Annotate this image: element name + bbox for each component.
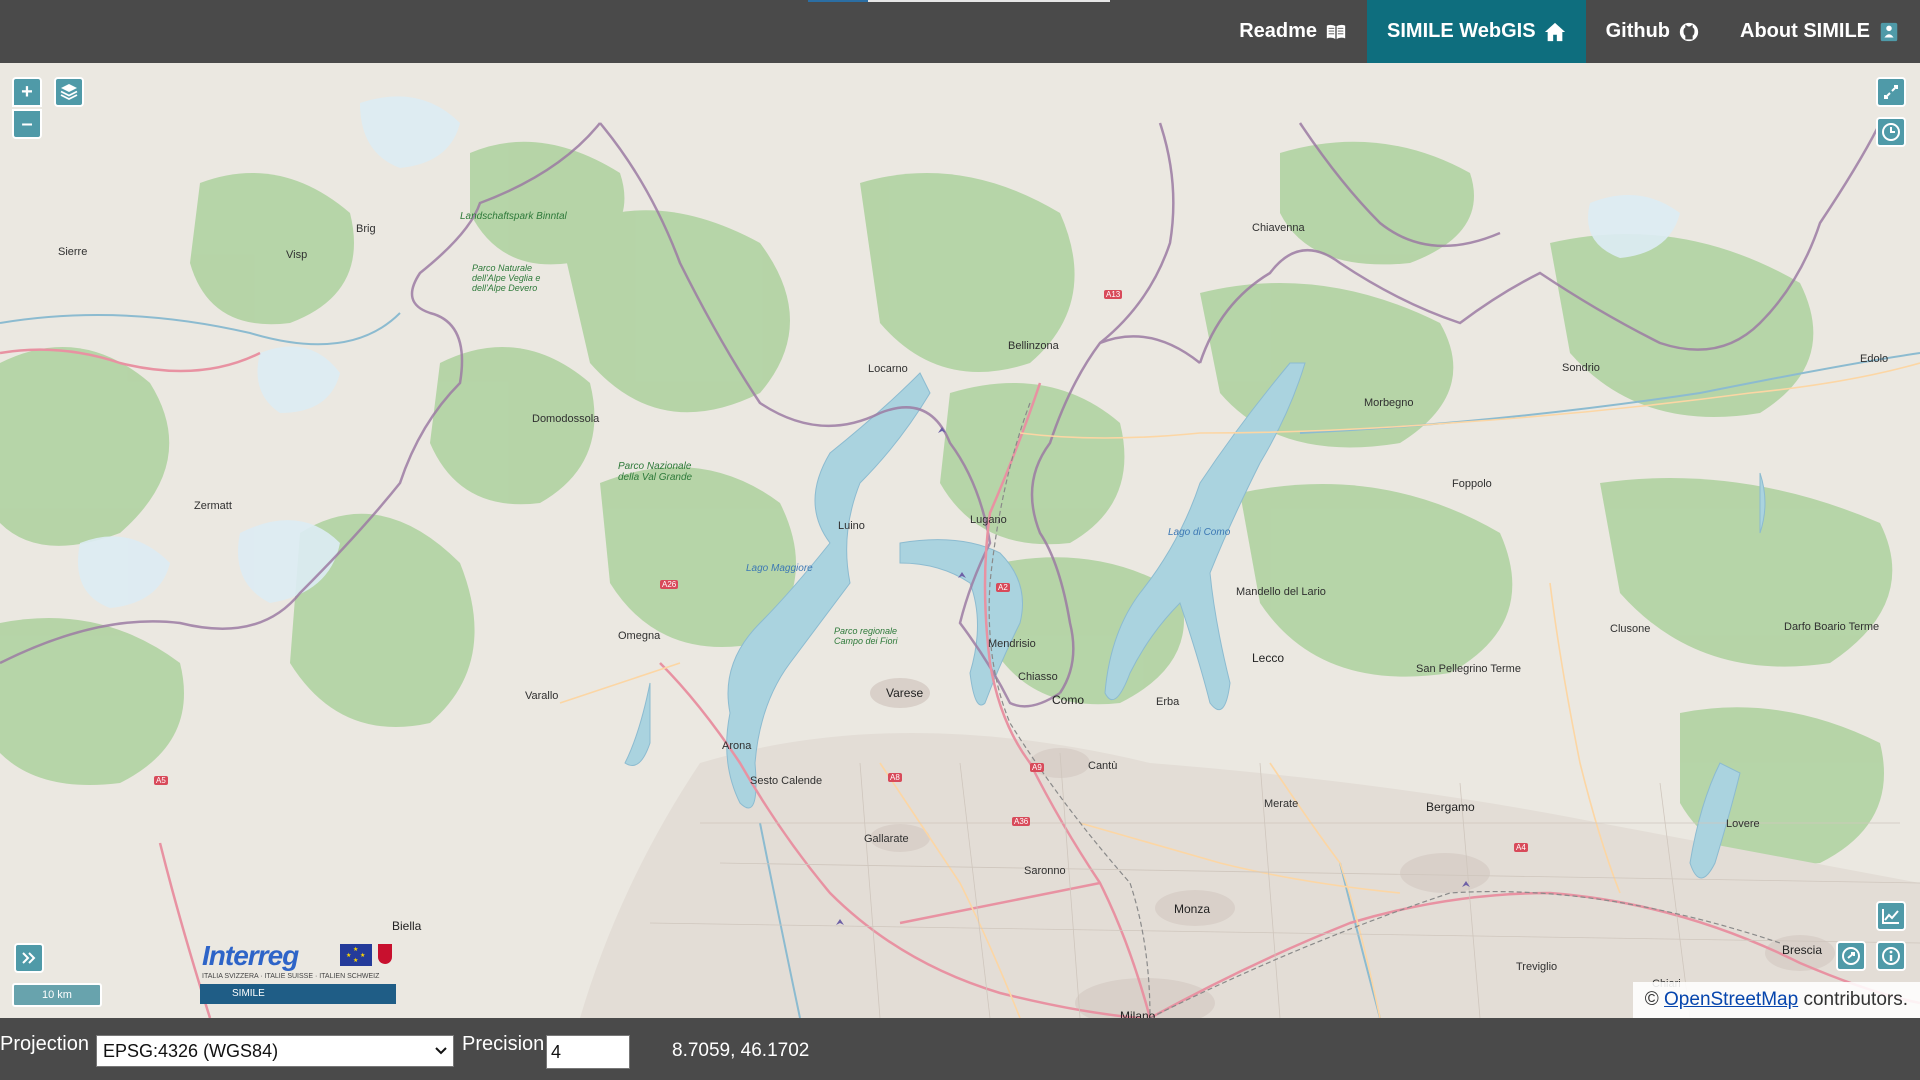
precision-label: Precision xyxy=(462,1033,545,1055)
double-chevron-right-icon xyxy=(22,952,36,964)
nav-readme-label: Readme xyxy=(1239,20,1318,42)
info-button[interactable] xyxy=(1876,941,1906,971)
logo-project-bar: SIMILE xyxy=(200,984,396,1004)
fullscreen-icon xyxy=(1884,85,1898,99)
nav-about-simile[interactable]: About SIMILE xyxy=(1720,0,1920,63)
projection-select[interactable]: EPSG:4326 (WGS84) xyxy=(96,1035,454,1067)
loading-progress-bar xyxy=(808,0,1110,2)
expand-panel-button[interactable] xyxy=(14,943,44,973)
top-navbar: Readme SIMILE WebGIS Github About SIMILE xyxy=(0,0,1920,63)
logo-word: Interreg xyxy=(202,940,299,971)
loading-progress-fill xyxy=(808,0,868,2)
chart-icon xyxy=(1882,909,1899,924)
chart-button[interactable] xyxy=(1876,901,1906,931)
nav-readme[interactable]: Readme xyxy=(1219,0,1367,63)
book-icon xyxy=(1326,24,1346,39)
nav-about-label: About SIMILE xyxy=(1740,20,1870,42)
fullscreen-button[interactable] xyxy=(1876,77,1906,107)
attribution-prefix: © xyxy=(1644,989,1659,1010)
map-attribution: © OpenStreetMap contributors. xyxy=(1632,982,1920,1018)
bottom-toolbar: Projection EPSG:4326 (WGS84) Precision 4… xyxy=(0,1018,1920,1080)
history-button[interactable] xyxy=(1876,117,1906,147)
nav-github[interactable]: Github xyxy=(1586,0,1720,63)
nav-webgis-label: SIMILE WebGIS xyxy=(1387,20,1536,42)
projection-value: EPSG:4326 (WGS84) xyxy=(103,1040,279,1061)
basemap xyxy=(0,96,1920,1018)
attribution-suffix: contributors. xyxy=(1803,989,1908,1010)
layers-icon xyxy=(60,84,78,101)
zoom-out-button[interactable]: – xyxy=(12,109,42,139)
interreg-logo: Interreg ★ ★ ★ ★ ITALIA SVIZZERA · ITALIE … xyxy=(200,940,400,1004)
chevron-down-icon xyxy=(435,1047,447,1055)
mouse-coordinates: 8.7059, 46.1702 xyxy=(672,1040,810,1061)
precision-input[interactable]: 4 xyxy=(546,1035,630,1069)
map-canvas[interactable]: Sierre Visp Brig Zermatt Domodossola Loc… xyxy=(0,63,1920,1018)
logo-tagline: ITALIA SVIZZERA · ITALIE SUISSE · ITALIE… xyxy=(202,973,380,980)
nav-simile-webgis[interactable]: SIMILE WebGIS xyxy=(1367,0,1586,63)
share-button[interactable] xyxy=(1836,941,1866,971)
info-icon xyxy=(1882,947,1900,965)
projection-label: Projection xyxy=(0,1033,89,1055)
zoom-in-button[interactable]: + xyxy=(12,77,42,107)
github-icon xyxy=(1679,22,1699,41)
scale-bar: 10 km xyxy=(12,983,102,1007)
share-icon xyxy=(1842,947,1860,965)
openstreetmap-link[interactable]: OpenStreetMap xyxy=(1664,989,1798,1010)
nav-menu: Readme SIMILE WebGIS Github About SIMILE xyxy=(1219,0,1920,63)
logo-project-label: SIMILE xyxy=(232,988,265,999)
eu-flag-icon: ★ ★ ★ ★ xyxy=(340,944,372,966)
info-person-icon xyxy=(1880,22,1898,41)
layers-button[interactable] xyxy=(54,77,84,107)
swiss-italy-shield-icon xyxy=(378,944,392,964)
nav-github-label: Github xyxy=(1605,20,1671,42)
clock-icon xyxy=(1882,123,1900,141)
home-icon xyxy=(1544,22,1565,41)
